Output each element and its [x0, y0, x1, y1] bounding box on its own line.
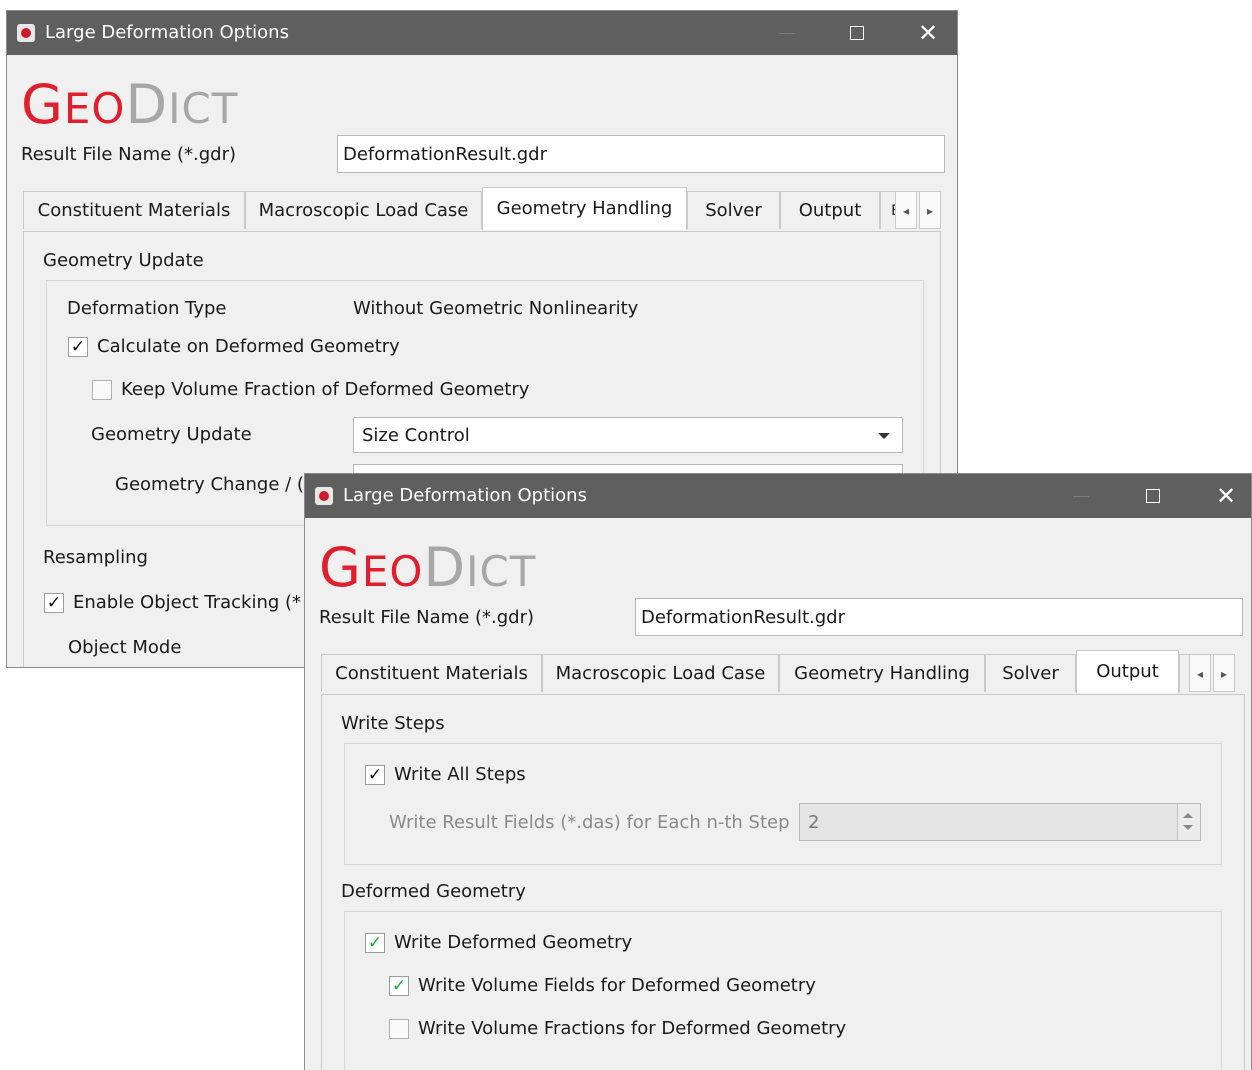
- tab-macroscopic-load-case[interactable]: Macroscopic Load Case: [245, 191, 482, 229]
- close-button[interactable]: ✕: [1203, 474, 1249, 518]
- write-volume-fields-label: Write Volume Fields for Deformed Geometr…: [418, 975, 816, 996]
- tab-solver[interactable]: Solver: [985, 654, 1076, 692]
- window-title: Large Deformation Options: [45, 22, 289, 43]
- keep-volume-label: Keep Volume Fraction of Deformed Geometr…: [121, 379, 530, 400]
- app-icon: [315, 487, 333, 505]
- tab-constituent-materials[interactable]: Constituent Materials: [23, 191, 245, 229]
- write-result-fields-label: Write Result Fields (*.das) for Each n-t…: [389, 812, 790, 833]
- object-mode-label: Object Mode: [68, 637, 182, 658]
- minimize-button[interactable]: [763, 11, 809, 55]
- object-tracking-checkbox[interactable]: ✓: [44, 593, 64, 613]
- geodict-logo: GEODICT: [21, 73, 239, 136]
- write-steps-group: ✓ Write All Steps Write Result Fields (*…: [344, 743, 1222, 865]
- deformed-geometry-group: ✓ Write Deformed Geometry ✓ Write Volume…: [344, 911, 1222, 1070]
- keep-volume-checkbox[interactable]: [92, 380, 112, 400]
- spin-up-icon[interactable]: [1183, 813, 1193, 818]
- front-tab-bar: Constituent Materials Macroscopic Load C…: [321, 650, 1241, 694]
- geometry-change-label: Geometry Change / (%: [115, 474, 322, 495]
- back-tab-bar: Constituent Materials Macroscopic Load C…: [23, 187, 953, 231]
- section-geometry-update: Geometry Update: [43, 250, 204, 271]
- tab-output[interactable]: Output: [1076, 650, 1179, 693]
- back-title-bar[interactable]: Large Deformation Options ✕: [7, 11, 957, 55]
- write-result-fields-value: 2: [808, 812, 820, 833]
- maximize-button[interactable]: [833, 11, 879, 55]
- app-icon: [17, 24, 35, 42]
- tab-scroll-right-icon[interactable]: ▸: [1213, 654, 1235, 692]
- chevron-down-icon: [878, 433, 890, 439]
- deformation-type-value: Without Geometric Nonlinearity: [353, 298, 639, 319]
- calc-deformed-checkbox[interactable]: ✓: [68, 337, 88, 357]
- tab-scroll-left-icon[interactable]: ◂: [1189, 654, 1211, 692]
- geodict-logo: GEODICT: [319, 536, 537, 599]
- geometry-update-value: Size Control: [362, 425, 470, 446]
- calc-deformed-label: Calculate on Deformed Geometry: [97, 336, 400, 357]
- tab-scroll-right-icon[interactable]: ▸: [919, 191, 941, 229]
- geometry-update-select[interactable]: Size Control: [353, 417, 903, 453]
- tab-macroscopic-load-case[interactable]: Macroscopic Load Case: [542, 654, 779, 692]
- front-dialog-window: Large Deformation Options ✕ GEODICT Resu…: [304, 473, 1252, 1070]
- section-deformed-geometry: Deformed Geometry: [341, 881, 526, 902]
- front-title-bar[interactable]: Large Deformation Options ✕: [305, 474, 1251, 518]
- window-title: Large Deformation Options: [343, 485, 587, 506]
- tab-geometry-handling[interactable]: Geometry Handling: [779, 654, 985, 692]
- section-resampling: Resampling: [43, 547, 148, 568]
- object-tracking-label: Enable Object Tracking (*: [73, 592, 302, 613]
- tab-scroll-left-icon[interactable]: ◂: [895, 191, 917, 229]
- section-write-steps: Write Steps: [341, 713, 445, 734]
- write-deformed-label: Write Deformed Geometry: [394, 932, 633, 953]
- write-all-steps-label: Write All Steps: [394, 764, 526, 785]
- result-file-input[interactable]: DeformationResult.gdr: [635, 598, 1243, 636]
- write-all-steps-checkbox[interactable]: ✓: [365, 765, 385, 785]
- write-result-fields-spinbox[interactable]: 2: [799, 803, 1201, 841]
- result-file-label: Result File Name (*.gdr): [21, 144, 237, 165]
- deformation-type-label: Deformation Type: [67, 298, 227, 319]
- spin-down-icon[interactable]: [1183, 825, 1193, 830]
- result-file-label: Result File Name (*.gdr): [319, 607, 535, 628]
- tab-solver[interactable]: Solver: [687, 191, 780, 229]
- close-button[interactable]: ✕: [905, 11, 951, 55]
- write-volume-fields-checkbox[interactable]: ✓: [389, 976, 409, 996]
- minimize-button[interactable]: [1057, 474, 1103, 518]
- result-file-input[interactable]: DeformationResult.gdr: [337, 135, 945, 173]
- write-deformed-checkbox[interactable]: ✓: [365, 933, 385, 953]
- write-volume-fractions-checkbox[interactable]: [389, 1019, 409, 1039]
- tab-constituent-materials[interactable]: Constituent Materials: [321, 654, 542, 692]
- maximize-button[interactable]: [1129, 474, 1175, 518]
- write-volume-fractions-label: Write Volume Fractions for Deformed Geom…: [418, 1018, 847, 1039]
- spin-buttons[interactable]: [1177, 804, 1200, 840]
- geometry-update-label: Geometry Update: [91, 424, 252, 445]
- front-tab-panel: Write Steps ✓ Write All Steps Write Resu…: [321, 694, 1245, 1070]
- tab-output[interactable]: Output: [780, 191, 880, 229]
- tab-geometry-handling[interactable]: Geometry Handling: [482, 187, 687, 230]
